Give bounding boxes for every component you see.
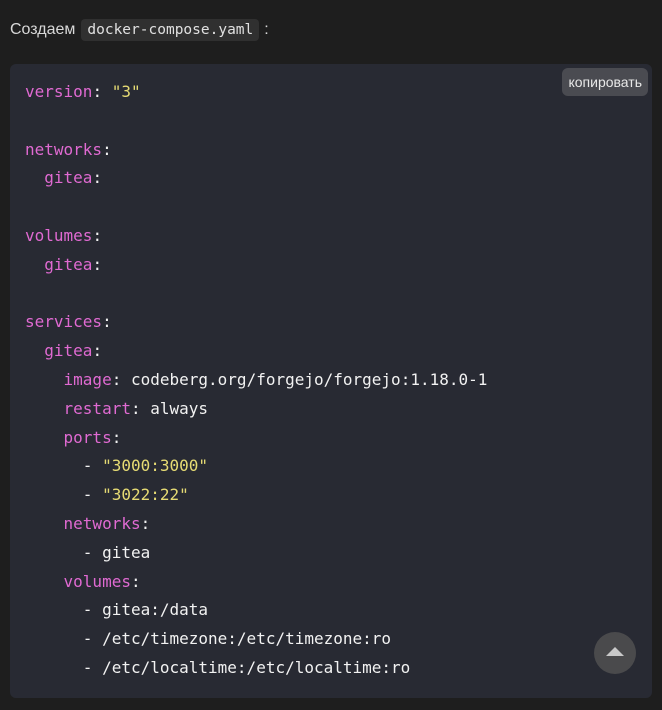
yaml-key: gitea [44,254,93,274]
yaml-text [25,370,64,389]
yaml-text: : [140,513,151,533]
code-content: version: "3" networks: gitea: volumes: git… [25,78,487,683]
arrow-up-icon [606,647,624,656]
yaml-text: : [92,82,112,101]
code-line: networks: [25,136,487,165]
yaml-key: networks [25,139,103,159]
yaml-text: - [25,456,103,476]
yaml-key: gitea [44,341,93,361]
code-line: gitea: [25,164,487,193]
yaml-text: : [111,369,131,389]
intro-text: Создаем docker-compose.yaml : [10,16,269,44]
yaml-text: : [92,168,103,188]
yaml-text: : [102,139,112,159]
code-line: restart: always [25,395,487,424]
code-line: networks: [25,510,487,539]
yaml-text [25,168,44,187]
yaml-text [25,572,64,591]
code-line: services: [25,308,487,337]
yaml-text: codeberg.org/forgejo/forgejo:1.18.0-1 [130,369,488,389]
yaml-text: - [25,600,103,620]
yaml-text: : [102,312,112,332]
code-block: копировать version: "3" networks: gitea: v… [10,64,652,698]
yaml-text: : [111,427,122,447]
yaml-text: always [150,398,209,418]
code-line: - "3000:3000" [25,452,487,481]
yaml-text [25,341,44,360]
code-line: volumes: [25,568,487,597]
code-line: - gitea [25,539,487,568]
yaml-text: : [130,571,141,591]
yaml-string: "3022:22" [102,485,189,505]
yaml-text: : [92,341,103,361]
code-line: image: codeberg.org/forgejo/forgejo:1.18… [25,366,488,395]
code-line: volumes: [25,222,487,251]
yaml-key: volumes [63,571,131,591]
code-line: gitea: [25,251,487,280]
yaml-text: gitea:/data [102,600,209,620]
yaml-key: services [25,312,103,332]
yaml-text [25,428,64,447]
yaml-text [25,514,64,533]
yaml-string: "3000:3000" [102,456,209,476]
yaml-text: /etc/timezone:/etc/timezone:ro [102,629,392,649]
yaml-text: - [25,542,103,562]
yaml-text: gitea [102,542,151,562]
yaml-text: : [130,398,151,418]
intro-label: Создаем [10,21,76,38]
filename-inline-code: docker-compose.yaml [81,19,260,41]
code-line: - gitea:/data [25,596,487,625]
yaml-text: - [25,629,103,649]
yaml-key: image [63,369,112,389]
code-line: - /etc/localtime:/etc/localtime:ro [25,654,487,683]
yaml-text [25,255,44,274]
yaml-text [25,399,64,418]
yaml-key: volumes [25,225,93,245]
code-line: - "3022:22" [25,481,487,510]
yaml-text: /etc/localtime:/etc/localtime:ro [102,657,411,677]
yaml-key: networks [63,513,141,533]
yaml-key: version [25,82,93,101]
yaml-key: restart [63,398,131,418]
yaml-string: "3" [111,82,141,101]
code-line: - /etc/timezone:/etc/timezone:ro [25,625,487,654]
copy-button[interactable]: копировать [562,68,648,96]
yaml-key: gitea [44,168,93,188]
code-line: version: "3" [25,78,487,107]
yaml-text: - [25,485,103,505]
yaml-key: ports [63,427,112,447]
intro-suffix: : [264,21,269,38]
yaml-text: : [92,225,103,245]
scroll-to-top-button[interactable] [594,632,636,674]
code-line: gitea: [25,337,487,366]
code-line: ports: [25,424,487,453]
yaml-text: : [92,254,103,274]
yaml-text: - [25,657,103,677]
